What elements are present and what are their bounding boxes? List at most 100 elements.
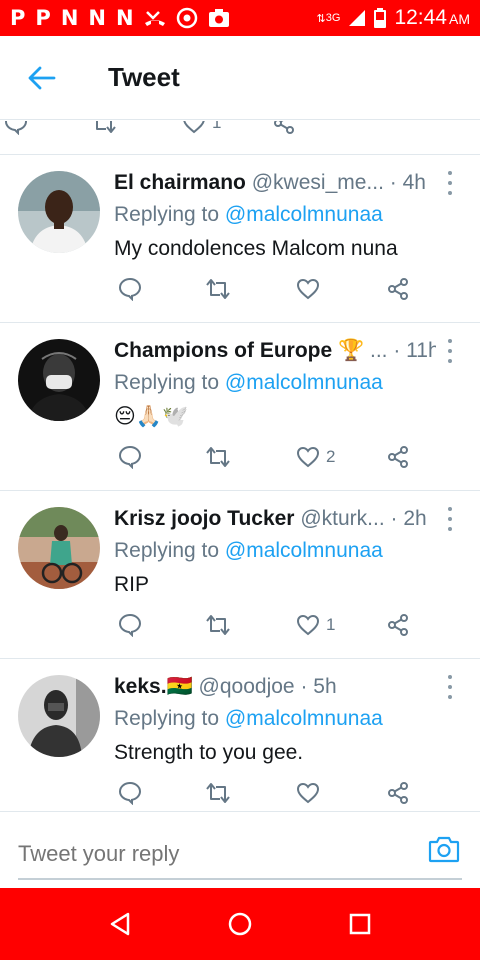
partial-tweet-actions: 1: [0, 121, 480, 155]
like-button[interactable]: [296, 275, 326, 303]
chrome-icon: [176, 7, 197, 29]
nav-home-button[interactable]: [220, 904, 260, 944]
retweet-button[interactable]: [204, 275, 238, 303]
reply-underline: [18, 878, 462, 880]
replying-to-line: Replying to @malcolmnunaa: [114, 201, 436, 229]
tweet-text: Strength to you gee.: [114, 741, 304, 764]
avatar[interactable]: [18, 675, 100, 757]
notification-p-icon: P: [35, 5, 51, 30]
nav-recents-button[interactable]: [340, 904, 380, 944]
retweet-icon: [206, 615, 230, 635]
share-button[interactable]: [386, 611, 410, 639]
network-type: 3G: [325, 12, 341, 24]
user-name[interactable]: Champions of Europe 🏆: [114, 339, 364, 362]
more-options-button[interactable]: [440, 171, 460, 195]
back-button[interactable]: [0, 36, 84, 120]
replying-to-link[interactable]: @malcolmnunaa: [225, 539, 383, 562]
reply-button[interactable]: [118, 443, 142, 471]
like-button[interactable]: [296, 779, 326, 807]
system-navigation-bar: [0, 888, 480, 960]
reply-button[interactable]: [118, 611, 142, 639]
reply-icon: [118, 445, 142, 469]
replying-to-link[interactable]: @malcolmnunaa: [225, 371, 383, 394]
tweet-item[interactable]: keks.🇬🇭 @qoodjoe · 5h Replying to @malco…: [0, 659, 480, 811]
share-button[interactable]: [386, 443, 410, 471]
share-icon: [388, 446, 408, 468]
reply-button[interactable]: [118, 275, 142, 303]
data-arrows-icon: ⇅ 3G: [316, 12, 341, 25]
tweet-actions: [114, 275, 424, 303]
heart-icon: [296, 278, 320, 300]
tweet-body: El chairmano @kwesi_me... · 4h Replying …: [114, 169, 436, 263]
camera-notification-icon: [208, 9, 229, 27]
retweet-button[interactable]: [204, 779, 238, 807]
reply-button[interactable]: [118, 779, 142, 807]
tweet-body: Krisz joojo Tucker @kturk... · 2h Replyi…: [114, 505, 436, 599]
tweet-time: · 2h: [390, 507, 427, 530]
share-button[interactable]: [386, 275, 410, 303]
tweet-item[interactable]: Krisz joojo Tucker @kturk... · 2h Replyi…: [0, 491, 480, 659]
camera-button[interactable]: [428, 834, 460, 866]
triangle-back-icon: [110, 912, 130, 936]
user-handle[interactable]: @qoodjoe: [199, 675, 295, 698]
replying-to-label: Replying to: [114, 371, 220, 394]
square-recents-icon: [349, 913, 371, 935]
replying-to-line: Replying to @malcolmnunaa: [114, 369, 436, 397]
reply-input[interactable]: [18, 836, 418, 872]
notification-icons: P P N N N: [10, 7, 317, 29]
retweet-icon: [206, 783, 230, 803]
status-indicators: ⇅ 3G 12:44 AM: [317, 6, 470, 30]
user-handle[interactable]: ...: [370, 339, 388, 362]
user-name[interactable]: El chairmano: [114, 171, 246, 194]
tweet-header: El chairmano @kwesi_me... · 4h: [114, 169, 436, 197]
retweet-button[interactable]: [204, 443, 238, 471]
tweet-header: Champions of Europe 🏆 ... · 11h: [114, 337, 436, 365]
notification-n-icon: N: [60, 5, 79, 30]
replying-to-line: Replying to @malcolmnunaa: [114, 705, 436, 733]
missed-call-icon: [144, 11, 165, 26]
tweet-body: Champions of Europe 🏆 ... · 11h Replying…: [114, 337, 436, 431]
replying-to-link[interactable]: @malcolmnunaa: [225, 203, 383, 226]
user-name[interactable]: Krisz joojo Tucker: [114, 507, 294, 530]
more-options-button[interactable]: [440, 675, 460, 699]
replying-to-link[interactable]: @malcolmnunaa: [225, 707, 383, 730]
nav-back-button[interactable]: [100, 904, 140, 944]
tweet-actions: [114, 779, 424, 807]
avatar[interactable]: [18, 339, 100, 421]
tweet-header: Krisz joojo Tucker @kturk... · 2h: [114, 505, 436, 533]
more-options-button[interactable]: [440, 507, 460, 531]
retweet-icon: [96, 121, 116, 133]
share-icon: [274, 121, 294, 134]
tweet-body: keks.🇬🇭 @qoodjoe · 5h Replying to @malco…: [114, 673, 436, 767]
back-arrow-icon: [28, 66, 56, 89]
tweet-actions: 1: [114, 611, 424, 639]
heart-icon: [296, 446, 320, 468]
like-button[interactable]: 1: [182, 121, 221, 137]
like-button[interactable]: 1: [296, 611, 335, 639]
share-button[interactable]: [272, 121, 296, 137]
like-button[interactable]: 2: [296, 443, 335, 471]
retweet-icon: [206, 279, 230, 299]
reply-button[interactable]: [4, 121, 28, 137]
more-options-button[interactable]: [440, 339, 460, 363]
replying-to-label: Replying to: [114, 203, 220, 226]
app-bar: Tweet: [0, 36, 480, 120]
retweet-button[interactable]: [204, 611, 238, 639]
user-name[interactable]: keks.🇬🇭: [114, 675, 193, 698]
share-icon: [388, 782, 408, 804]
camera-icon: [428, 836, 460, 863]
user-handle[interactable]: @kturk...: [300, 507, 384, 530]
retweet-button[interactable]: [90, 121, 118, 137]
share-button[interactable]: [386, 779, 410, 807]
replying-to-line: Replying to @malcolmnunaa: [114, 537, 436, 565]
avatar[interactable]: [18, 171, 100, 253]
replies-feed[interactable]: 1 El chairmano @kwesi_me... · 4h Replyin…: [0, 121, 480, 811]
tweet-text: 😔🙏🏻🕊️: [114, 405, 189, 428]
tweet-actions: 2: [114, 443, 424, 471]
tweet-item[interactable]: El chairmano @kwesi_me... · 4h Replying …: [0, 155, 480, 323]
heart-icon: [296, 614, 320, 636]
tweet-item[interactable]: Champions of Europe 🏆 ... · 11h Replying…: [0, 323, 480, 491]
user-handle[interactable]: @kwesi_me...: [252, 171, 384, 194]
reply-icon: [118, 613, 142, 637]
avatar[interactable]: [18, 507, 100, 589]
